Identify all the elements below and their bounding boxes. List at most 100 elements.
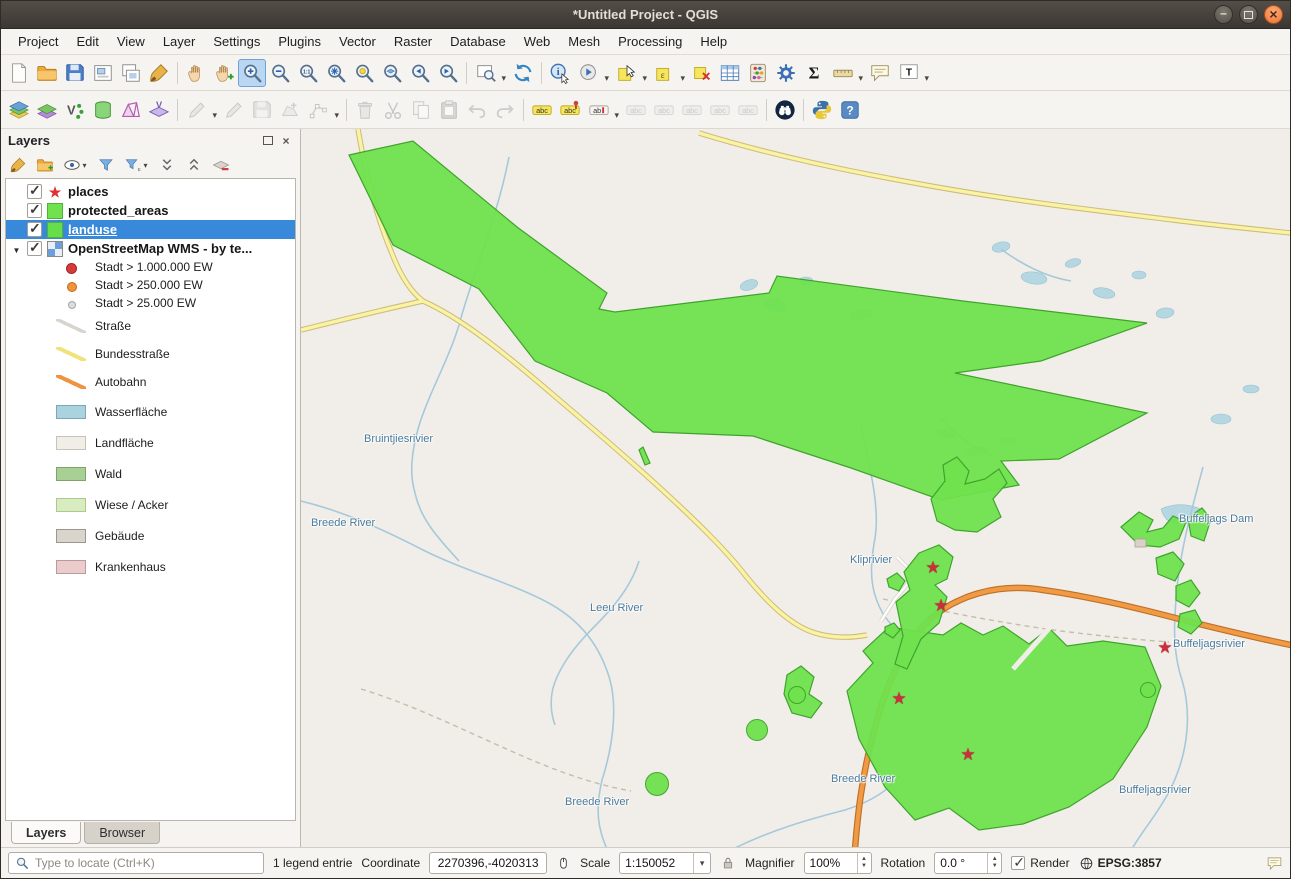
spin-arrows-icon[interactable]: ▲▼ (987, 853, 1001, 873)
layout-manager-button[interactable] (117, 59, 145, 87)
add-feature-button[interactable] (276, 96, 304, 124)
current-edits-button[interactable] (182, 96, 220, 124)
layer-visibility-checkbox[interactable] (27, 241, 42, 256)
pan-to-selection-button[interactable] (210, 59, 238, 87)
zoom-in-button[interactable] (238, 59, 266, 87)
messages-icon[interactable] (1266, 855, 1283, 872)
menu-item[interactable]: Web (515, 31, 560, 52)
layer-protected-areas[interactable]: protected_areas (6, 201, 295, 220)
menu-item[interactable]: Raster (385, 31, 441, 52)
render-checkbox[interactable] (1011, 856, 1025, 870)
osm-place-search-button[interactable] (771, 96, 799, 124)
menu-item[interactable]: Database (441, 31, 515, 52)
lock-scale-icon[interactable] (720, 855, 736, 871)
statistical-summary-button[interactable] (800, 59, 828, 87)
layer-places[interactable]: places (6, 182, 295, 201)
deselect-features-button[interactable] (688, 59, 716, 87)
expand-all-button[interactable] (154, 154, 179, 176)
menu-item[interactable]: Layer (154, 31, 205, 52)
rotate-label-button[interactable] (706, 96, 734, 124)
map-canvas[interactable]: Bruintjiesrivier Breede River Leeu River… (301, 129, 1290, 847)
new-map-view-button[interactable] (471, 59, 509, 87)
new-print-layout-button[interactable] (89, 59, 117, 87)
menu-item[interactable]: Help (691, 31, 736, 52)
crs-status-button[interactable]: EPSG:3857 (1079, 856, 1162, 871)
paste-features-button[interactable] (435, 96, 463, 124)
scale-combobox[interactable]: 1:150052 ▾ (619, 852, 711, 874)
save-layer-edits-button[interactable] (248, 96, 276, 124)
save-project-button[interactable] (61, 59, 89, 87)
expander-icon[interactable] (11, 241, 22, 256)
pan-map-button[interactable] (182, 59, 210, 87)
locator-search-input[interactable]: Type to locate (Ctrl+K) (8, 852, 264, 874)
extents-toggle-icon[interactable] (556, 856, 571, 871)
select-features-button[interactable] (612, 59, 650, 87)
magnifier-spinbox[interactable]: 100% ▲▼ (804, 852, 872, 874)
tab-layers[interactable]: Layers (11, 822, 81, 844)
change-label-button[interactable] (734, 96, 762, 124)
zoom-next-button[interactable] (434, 59, 462, 87)
highlight-labels-button[interactable] (650, 96, 678, 124)
manage-map-themes-button[interactable] (59, 154, 91, 176)
zoom-last-button[interactable] (406, 59, 434, 87)
layer-landuse[interactable]: landuse (6, 220, 295, 239)
menu-item[interactable]: Project (9, 31, 67, 52)
vertex-tool-button[interactable] (304, 96, 342, 124)
spin-arrows-icon[interactable]: ▲▼ (857, 853, 871, 873)
new-mesh-layer-button[interactable] (117, 96, 145, 124)
new-virtual-layer-button[interactable] (145, 96, 173, 124)
add-vector-layer-button[interactable] (33, 96, 61, 124)
layer-labeling-button[interactable] (528, 96, 556, 124)
open-attribute-table-button[interactable] (716, 59, 744, 87)
menu-item[interactable]: View (108, 31, 154, 52)
undo-button[interactable] (463, 96, 491, 124)
toggle-editing-button[interactable] (220, 96, 248, 124)
redo-button[interactable] (491, 96, 519, 124)
layer-visibility-checkbox[interactable] (27, 203, 42, 218)
collapse-all-button[interactable] (181, 154, 206, 176)
title-bar[interactable]: *Untitled Project - QGIS (1, 1, 1290, 29)
menu-item[interactable]: Mesh (559, 31, 609, 52)
minimize-button[interactable] (1214, 5, 1233, 24)
rotation-spinbox[interactable]: 0.0 ° ▲▼ (934, 852, 1002, 874)
layer-osm-wms[interactable]: OpenStreetMap WMS - by te... (6, 239, 295, 258)
open-layer-styling-button[interactable] (5, 154, 30, 176)
float-panel-icon[interactable] (261, 134, 275, 148)
delete-selected-button[interactable] (351, 96, 379, 124)
add-group-button[interactable] (32, 154, 57, 176)
zoom-to-layer-button[interactable] (378, 59, 406, 87)
map-tips-button[interactable] (866, 59, 894, 87)
maximize-button[interactable] (1239, 5, 1258, 24)
new-geopackage-layer-button[interactable] (89, 96, 117, 124)
labeling-options-button[interactable] (584, 96, 622, 124)
layer-visibility-checkbox[interactable] (27, 184, 42, 199)
zoom-out-button[interactable] (266, 59, 294, 87)
processing-toolbox-button[interactable] (772, 59, 800, 87)
style-manager-button[interactable] (145, 59, 173, 87)
remove-layer-button[interactable] (208, 154, 233, 176)
identify-features-button[interactable] (546, 59, 574, 87)
pin-labels-button[interactable] (622, 96, 650, 124)
layer-diagram-button[interactable] (556, 96, 584, 124)
tab-browser[interactable]: Browser (84, 822, 160, 844)
measure-button[interactable] (828, 59, 866, 87)
scale-dropdown-icon[interactable]: ▾ (693, 853, 710, 873)
menu-item[interactable]: Settings (204, 31, 269, 52)
render-toggle[interactable]: Render (1011, 856, 1069, 870)
new-shapefile-layer-button[interactable] (61, 96, 89, 124)
filter-legend-button[interactable] (93, 154, 118, 176)
move-label-button[interactable] (678, 96, 706, 124)
copy-features-button[interactable] (407, 96, 435, 124)
refresh-button[interactable] (509, 59, 537, 87)
menu-item[interactable]: Plugins (269, 31, 330, 52)
cut-features-button[interactable] (379, 96, 407, 124)
zoom-native-button[interactable] (294, 59, 322, 87)
open-project-button[interactable] (33, 59, 61, 87)
field-calculator-button[interactable] (744, 59, 772, 87)
select-by-expression-button[interactable] (650, 59, 688, 87)
text-annotation-button[interactable] (894, 59, 932, 87)
filter-by-expression-button[interactable] (120, 154, 152, 176)
menu-item[interactable]: Vector (330, 31, 385, 52)
python-console-button[interactable] (808, 96, 836, 124)
new-project-button[interactable] (5, 59, 33, 87)
